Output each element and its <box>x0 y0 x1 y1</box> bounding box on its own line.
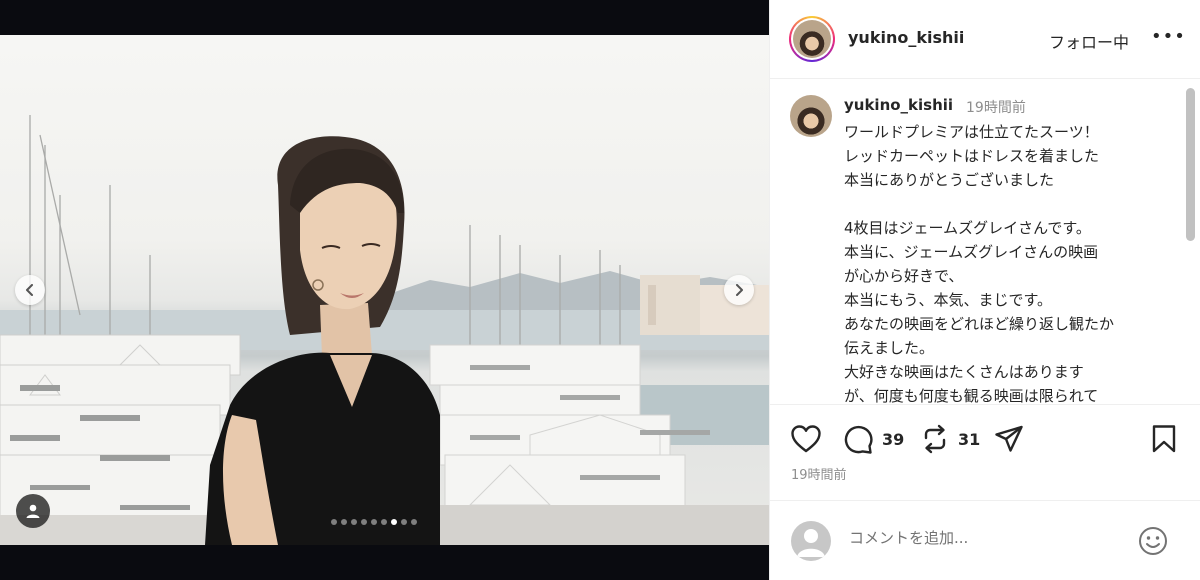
carousel-dot <box>401 519 407 525</box>
next-slide-button[interactable] <box>724 275 754 305</box>
user-icon <box>26 504 40 518</box>
heart-icon <box>791 425 821 453</box>
carousel-dot <box>351 519 357 525</box>
tagged-users-button[interactable] <box>16 494 50 528</box>
comment-icon <box>844 425 873 454</box>
post-actions: 39 31 <box>770 420 1200 460</box>
default-avatar-icon <box>797 529 825 557</box>
chevron-right-icon <box>736 284 743 296</box>
caption-line: が、何度も何度も観る映画は限られて <box>844 387 1099 405</box>
carousel-dot <box>371 519 377 525</box>
caption-text: ワールドプレミアは仕立てたスーツ！ レッドカーペットはドレスを着ました 本当にありが… <box>844 120 1174 405</box>
caption-line: ワールドプレミアは仕立てたスーツ！ <box>844 123 1099 141</box>
caption-line: 本当にもう、本気、まじです。 <box>844 291 1053 309</box>
chevron-left-icon <box>26 284 33 296</box>
header-username-link[interactable]: yukino_kishii <box>848 28 964 47</box>
post-timestamp[interactable]: 19時間前 <box>791 464 847 483</box>
caption-line: あなたの映画をどれほど繰り返し観たか <box>844 315 1115 333</box>
carousel-dot <box>381 519 387 525</box>
comment-input[interactable] <box>849 529 1129 547</box>
caption-line <box>844 192 1174 216</box>
post-photo[interactable] <box>0 35 769 545</box>
photo-scene <box>0 115 769 545</box>
comment-composer <box>770 500 1200 580</box>
caption-line: 本当にありがとうございました <box>844 171 1055 189</box>
caption-line: レッドカーペットはドレスを着ました <box>844 147 1100 165</box>
previous-slide-button[interactable] <box>15 275 45 305</box>
caption-scrollbar[interactable] <box>1186 88 1195 241</box>
caption-timestamp[interactable]: 19時間前 <box>966 97 1026 117</box>
caption-line: 本当に、ジェームズグレイさんの映画 <box>844 243 1099 261</box>
current-user-avatar <box>791 521 831 561</box>
post-media <box>0 0 769 580</box>
caption-line: 4枚目はジェームズグレイさんです。 <box>844 219 1091 237</box>
comment-count: 39 <box>882 429 905 449</box>
carousel-dot <box>341 519 347 525</box>
comment-button[interactable]: 39 <box>842 424 904 454</box>
caption-line: 大好きな映画はたくさんはあります <box>844 363 1084 381</box>
bookmark-icon <box>1152 425 1176 453</box>
save-button[interactable] <box>1151 424 1177 454</box>
repost-count: 31 <box>958 429 981 449</box>
carousel-dot <box>331 519 337 525</box>
following-button[interactable]: フォロー中 <box>1049 29 1129 53</box>
emoji-button[interactable] <box>1137 525 1169 557</box>
emoji-icon <box>1139 527 1167 555</box>
caption-line: が心から好きで、 <box>844 267 964 285</box>
post-details-panel: yukino_kishii フォロー中 ••• yukino_kishii 19… <box>769 0 1200 580</box>
avatar <box>793 20 831 58</box>
caption-line: 伝えました。 <box>844 339 935 357</box>
like-button[interactable] <box>790 424 822 454</box>
repost-icon <box>924 424 946 454</box>
post-header: yukino_kishii フォロー中 ••• <box>770 0 1200 79</box>
carousel-dot <box>411 519 417 525</box>
carousel-dot-active <box>391 519 397 525</box>
caption-username-link[interactable]: yukino_kishii <box>844 96 953 114</box>
repost-button[interactable]: 31 <box>920 424 980 454</box>
send-icon <box>995 425 1023 452</box>
caption-avatar[interactable] <box>790 95 832 137</box>
story-ring-avatar[interactable] <box>789 16 835 62</box>
share-button[interactable] <box>994 424 1024 454</box>
more-options-button[interactable]: ••• <box>1151 26 1186 47</box>
carousel-indicator <box>331 519 417 525</box>
carousel-dot <box>361 519 367 525</box>
caption-scroll-area[interactable]: yukino_kishii 19時間前 ワールドプレミアは仕立てたスーツ！ レッド… <box>770 80 1200 405</box>
